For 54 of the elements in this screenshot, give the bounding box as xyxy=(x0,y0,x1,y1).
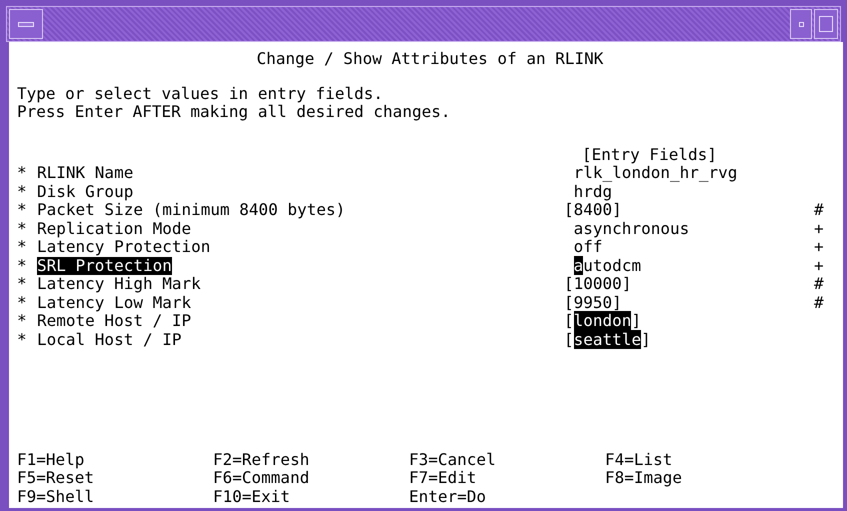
maximize-button[interactable] xyxy=(814,9,838,39)
function-key-label[interactable]: Enter=Do xyxy=(409,486,486,506)
function-key-label[interactable]: F10=Exit xyxy=(213,486,290,506)
instruction-text: Press Enter AFTER making all desired changes. xyxy=(17,103,450,122)
field-label[interactable]: Remote Host / IP xyxy=(37,312,192,330)
field-value[interactable]: asynchronous xyxy=(564,218,690,238)
field-type-marker: + xyxy=(814,238,824,256)
required-asterisk: * xyxy=(17,182,28,201)
required-asterisk: * xyxy=(17,256,28,275)
function-key-label[interactable]: F5=Reset xyxy=(17,468,94,487)
field-label[interactable]: Latency Low Mark xyxy=(37,294,192,312)
field-label[interactable]: Local Host / IP xyxy=(37,330,182,349)
function-key-label[interactable]: F4=List xyxy=(605,450,672,468)
minus-icon xyxy=(18,22,34,26)
field-label[interactable]: RLINK Name xyxy=(37,164,134,182)
field-label[interactable]: Latency Protection xyxy=(37,238,210,256)
field-value[interactable]: hrdg xyxy=(564,182,612,200)
instruction-text: Type or select values in entry fields. xyxy=(17,84,384,103)
column-header: [Entry Fields] xyxy=(582,146,717,164)
field-value[interactable]: [9950] xyxy=(564,292,622,312)
field-type-marker: # xyxy=(814,294,824,312)
field-value[interactable]: [8400] xyxy=(564,200,622,219)
square-icon xyxy=(819,16,833,32)
field-type-marker: # xyxy=(814,275,824,294)
required-asterisk: * xyxy=(17,275,28,294)
function-key-label[interactable]: F1=Help xyxy=(17,450,84,468)
required-asterisk: * xyxy=(17,220,28,238)
function-key-label[interactable]: F9=Shell xyxy=(17,486,94,506)
field-label[interactable]: Latency High Mark xyxy=(37,275,201,294)
field-label[interactable]: Packet Size (minimum 8400 bytes) xyxy=(37,201,346,220)
field-value[interactable]: autodcm xyxy=(564,256,642,274)
field-value[interactable]: rlk_london_hr_rvg xyxy=(564,163,738,182)
function-key-label[interactable]: F3=Cancel xyxy=(409,450,496,468)
required-asterisk: * xyxy=(17,312,28,330)
function-key-label[interactable]: F2=Refresh xyxy=(213,450,310,468)
field-value[interactable]: off xyxy=(564,237,603,256)
required-asterisk: * xyxy=(17,201,28,220)
field-type-marker: + xyxy=(814,220,824,238)
required-asterisk: * xyxy=(17,164,28,182)
required-asterisk: * xyxy=(17,294,28,312)
field-label[interactable]: SRL Protection xyxy=(37,256,172,275)
field-value[interactable]: [10000] xyxy=(564,274,632,293)
field-type-marker: + xyxy=(814,256,824,275)
required-asterisk: * xyxy=(17,238,28,256)
required-asterisk: * xyxy=(17,330,28,349)
field-type-marker: # xyxy=(814,201,824,220)
function-key-label[interactable]: F6=Command xyxy=(213,468,310,487)
function-key-label[interactable]: F7=Edit xyxy=(409,468,476,487)
screen-title: Change / Show Attributes of an RLINK xyxy=(256,50,604,68)
window-menu-button[interactable] xyxy=(9,9,43,39)
field-label[interactable]: Disk Group xyxy=(37,182,134,201)
field-label[interactable]: Replication Mode xyxy=(37,220,192,238)
minimize-button[interactable] xyxy=(790,9,812,39)
function-key-label[interactable]: F8=Image xyxy=(605,468,682,487)
